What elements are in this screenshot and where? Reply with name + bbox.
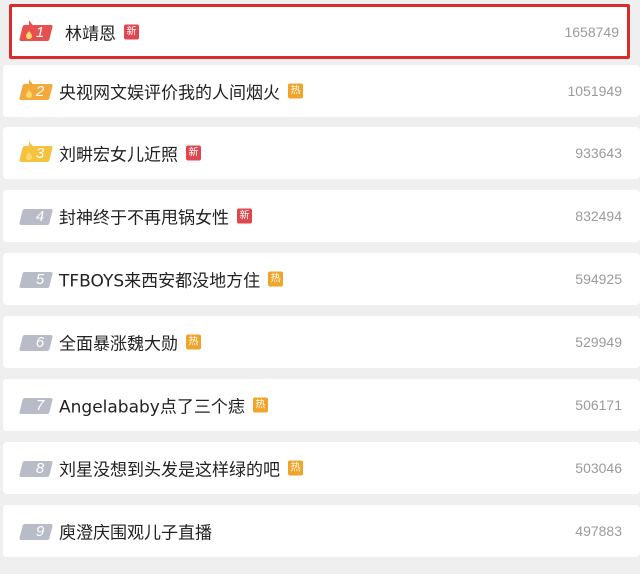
trending-title-text: 林靖恩 — [65, 24, 116, 44]
rank-number: 1 — [35, 23, 45, 41]
rank-indicator: 5 — [19, 269, 63, 289]
rank-indicator: 9 — [19, 521, 63, 541]
heat-count: 529949 — [575, 334, 622, 350]
new-badge: 新 — [237, 208, 252, 224]
trending-title-link[interactable]: Angelababy点了三个痣热 — [59, 393, 268, 418]
rank-indicator: 6 — [19, 332, 63, 352]
rank-indicator: 1 — [19, 19, 63, 42]
trending-title-link[interactable]: TFBOYS来西安都没地方住热 — [59, 267, 284, 292]
trending-title-link[interactable]: 庾澄庆围观儿子直播 — [59, 519, 212, 544]
trending-title-text: TFBOYS来西安都没地方住 — [59, 271, 261, 292]
trending-title-text: Angelababy点了三个痣 — [59, 397, 245, 418]
rank-number: 6 — [35, 334, 45, 351]
hot-badge: 热 — [268, 271, 284, 287]
heat-count: 832494 — [575, 208, 622, 224]
new-badge: 新 — [186, 145, 201, 161]
new-badge: 新 — [124, 24, 139, 39]
rank-number: 4 — [35, 208, 45, 225]
rank-indicator: 4 — [19, 206, 63, 226]
hot-badge: 热 — [186, 334, 201, 350]
trending-title-text: 封神终于不再甩锅女性 — [59, 208, 229, 229]
trending-item[interactable]: 4 封神终于不再甩锅女性新 832494 — [3, 190, 640, 242]
heat-count: 503046 — [575, 460, 622, 476]
hot-badge: 热 — [288, 83, 303, 99]
rank-number: 7 — [35, 397, 45, 414]
trending-item[interactable]: 2 央视网文娱评价我的人间烟火热 1051949 — [3, 65, 640, 117]
rank-number: 5 — [35, 271, 45, 288]
heat-count: 506171 — [575, 397, 622, 413]
trending-item-selected[interactable]: 1 林靖恩新 1658749 — [9, 4, 630, 59]
trending-title-link[interactable]: 刘畊宏女儿近照新 — [59, 141, 201, 166]
rank-indicator: 2 — [19, 79, 63, 101]
trending-item[interactable]: 8 刘星没想到头发是这样绿的吧热 503046 — [3, 442, 640, 494]
rank-number: 2 — [35, 83, 45, 100]
rank-number: 9 — [35, 523, 45, 540]
trending-item[interactable]: 7 Angelababy点了三个痣热 506171 — [3, 379, 640, 431]
hot-search-list: 1 林靖恩新 1658749 2 央视网文娱评价我的人间烟火热 1051949 3 刘畊宏女儿… — [0, 0, 640, 574]
trending-title-link[interactable]: 封神终于不再甩锅女性新 — [59, 204, 252, 229]
trending-title-link[interactable]: 刘星没想到头发是这样绿的吧热 — [59, 456, 303, 481]
trending-title-link[interactable]: 全面暴涨魏大勋热 — [59, 330, 201, 355]
rank-number: 8 — [35, 460, 45, 477]
trending-item[interactable]: 5 TFBOYS来西安都没地方住热 594925 — [3, 253, 640, 305]
trending-item[interactable]: 6 全面暴涨魏大勋热 529949 — [3, 316, 640, 368]
heat-count: 1658749 — [564, 23, 619, 40]
heat-count: 933643 — [575, 145, 622, 161]
trending-title-text: 全面暴涨魏大勋 — [59, 334, 178, 355]
rank-indicator: 3 — [19, 141, 63, 163]
trending-title-link[interactable]: 央视网文娱评价我的人间烟火热 — [59, 79, 303, 104]
heat-count: 1051949 — [567, 83, 622, 99]
trending-title-text: 刘畊宏女儿近照 — [59, 145, 178, 166]
heat-count: 594925 — [575, 271, 622, 287]
trending-item[interactable]: 3 刘畊宏女儿近照新 933643 — [3, 127, 640, 179]
trending-title-link[interactable]: 林靖恩新 — [65, 19, 139, 44]
rank-indicator: 7 — [19, 395, 63, 415]
trending-title-text: 庾澄庆围观儿子直播 — [59, 523, 212, 544]
hot-badge: 热 — [252, 397, 268, 413]
trending-title-text: 刘星没想到头发是这样绿的吧 — [59, 460, 280, 481]
heat-count: 497883 — [575, 523, 622, 539]
hot-badge: 热 — [288, 460, 303, 476]
rank-indicator: 8 — [19, 458, 63, 478]
trending-title-text: 央视网文娱评价我的人间烟火 — [59, 83, 280, 104]
rank-number: 3 — [35, 145, 45, 162]
trending-item[interactable]: 9 庾澄庆围观儿子直播 497883 — [3, 505, 640, 557]
